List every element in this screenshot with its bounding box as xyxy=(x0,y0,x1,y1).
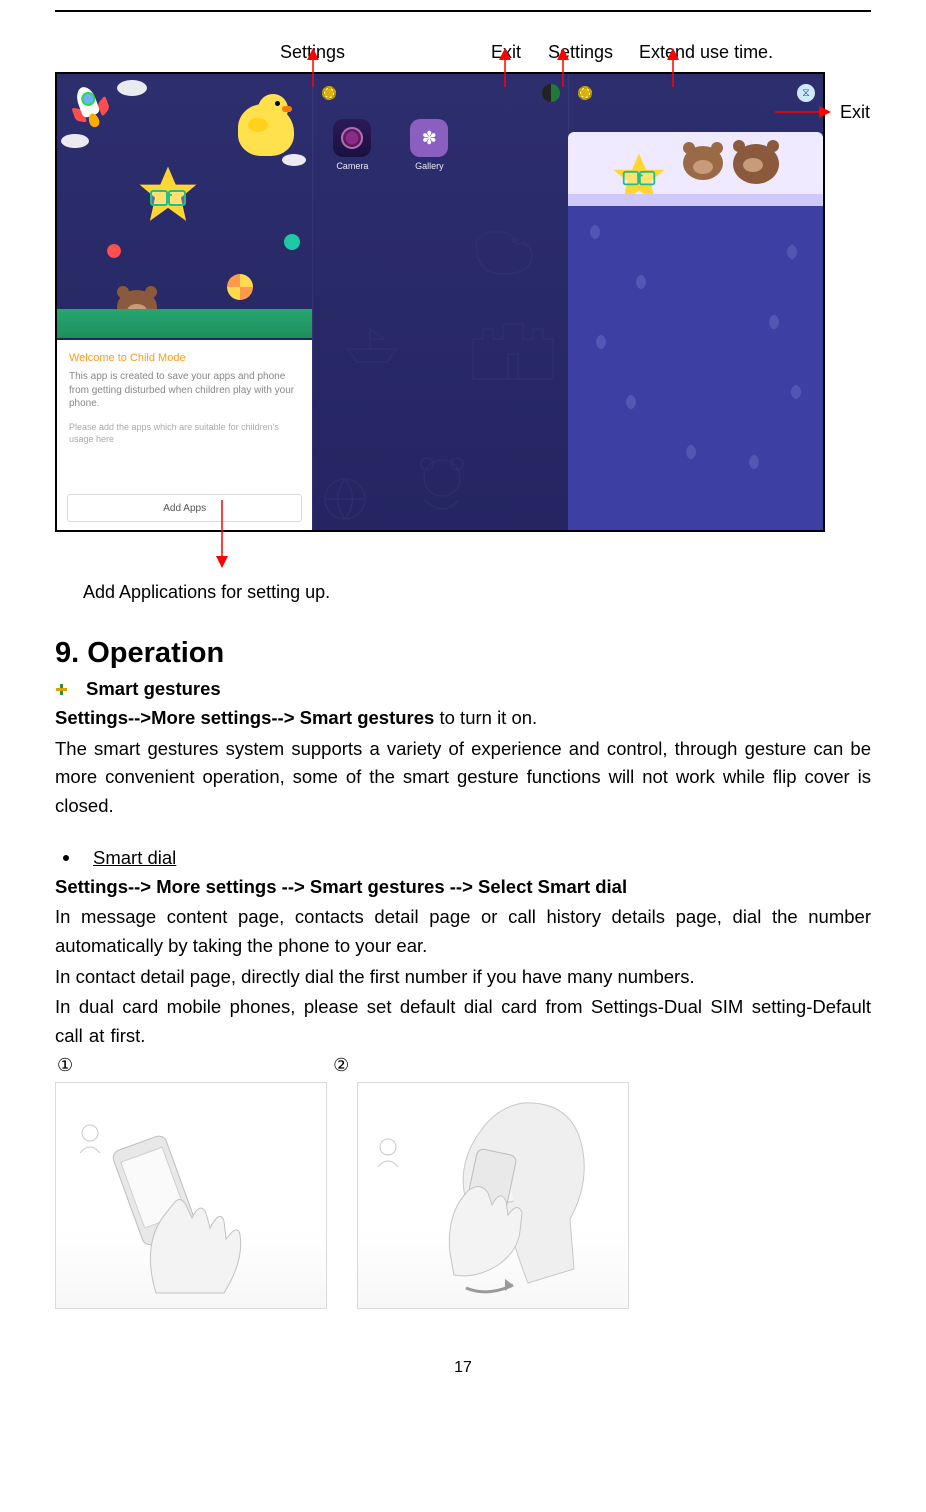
welcome-body: This app is created to save your apps an… xyxy=(57,370,312,411)
label-settings-2: Settings xyxy=(548,42,613,63)
paragraph-2b: In contact detail page, directly dial th… xyxy=(55,963,871,992)
moon-icon xyxy=(769,314,785,330)
ball-icon xyxy=(107,244,121,258)
moon-icon xyxy=(626,394,642,410)
heading-number: 9. xyxy=(55,637,79,669)
moon-icon xyxy=(791,384,807,400)
app-label: Gallery xyxy=(403,161,455,171)
label-extend: Extend use time. xyxy=(639,42,773,63)
annotation-labels: Settings Exit Settings Extend use time. xyxy=(55,42,871,72)
section-heading: 9. Operation xyxy=(55,637,871,670)
moon-icon xyxy=(636,274,652,290)
hourglass-icon[interactable]: ⧖ xyxy=(797,84,815,102)
path-line-1: Settings-->More settings--> Smart gestur… xyxy=(55,704,871,733)
moon-icon xyxy=(596,334,612,350)
moon-icon xyxy=(787,244,803,260)
path1-rest: to turn it on. xyxy=(434,707,537,728)
boat-outline-icon xyxy=(342,324,402,364)
label-settings-1: Settings xyxy=(280,42,345,63)
heading-text: Operation xyxy=(87,637,224,669)
label-exit-right: Exit xyxy=(840,102,870,123)
page-number: 17 xyxy=(55,1359,871,1377)
blanket xyxy=(568,194,823,530)
circled-1: ① xyxy=(57,1055,73,1076)
screenshots-row: Welcome to Child Mode This app is create… xyxy=(55,72,825,532)
duck-outline-icon xyxy=(462,214,542,284)
paragraph-1: The smart gestures system supports a var… xyxy=(55,735,871,821)
welcome-sub: Please add the apps which are suitable f… xyxy=(57,411,312,451)
duck-icon xyxy=(238,104,294,156)
ball-outline-icon xyxy=(320,474,370,524)
ground xyxy=(57,309,312,338)
app-camera[interactable]: Camera xyxy=(326,119,378,171)
smart-gestures-title: Smart gestures xyxy=(86,678,221,700)
add-apps-caption: Add Applications for setting up. xyxy=(83,582,871,603)
gear-icon[interactable] xyxy=(576,84,594,102)
castle-outline-icon xyxy=(468,314,558,384)
screenshot-1: Welcome to Child Mode This app is create… xyxy=(57,74,312,530)
gear-icon[interactable] xyxy=(320,84,338,102)
star-icon xyxy=(137,164,199,226)
ball-icon xyxy=(284,234,300,250)
bear-outline-icon xyxy=(407,450,477,520)
path-line-2: Settings--> More settings --> Smart gest… xyxy=(55,873,871,902)
label-exit-1: Exit xyxy=(491,42,521,63)
welcome-title: Welcome to Child Mode xyxy=(57,340,312,370)
cloud-icon xyxy=(117,80,147,96)
welcome-panel: Welcome to Child Mode This app is create… xyxy=(57,340,312,530)
add-apps-button[interactable]: Add Apps xyxy=(67,494,302,522)
plus-bullet-icon xyxy=(55,683,68,696)
screenshot-2: Camera Gallery xyxy=(312,74,567,530)
bear-icon xyxy=(683,146,723,180)
app-label: Camera xyxy=(326,161,378,171)
moon-icon xyxy=(590,224,606,240)
screenshot-3: ⧖ xyxy=(568,74,823,530)
smart-dial-title: Smart dial xyxy=(93,847,176,869)
cloud-icon xyxy=(61,134,89,148)
path1-bold: Settings-->More settings--> Smart gestur… xyxy=(55,707,434,728)
moon-icon xyxy=(686,444,702,460)
bear-icon xyxy=(733,144,779,184)
camera-icon xyxy=(333,119,371,157)
top-rule xyxy=(55,10,871,12)
moon-icon xyxy=(749,454,765,470)
app-gallery[interactable]: Gallery xyxy=(403,119,455,171)
demo-image-1 xyxy=(55,1082,327,1309)
rocket-icon xyxy=(58,74,120,135)
paragraph-2c: In dual card mobile phones, please set d… xyxy=(55,993,871,1050)
demo-image-2 xyxy=(357,1082,629,1309)
circled-2: ② xyxy=(333,1055,349,1076)
ball-icon xyxy=(227,274,253,300)
demo-images-row xyxy=(55,1082,871,1309)
exit-icon[interactable] xyxy=(542,84,560,102)
paragraph-2a: In message content page, contacts detail… xyxy=(55,903,871,960)
dot-bullet-icon xyxy=(63,855,69,861)
gallery-icon xyxy=(410,119,448,157)
